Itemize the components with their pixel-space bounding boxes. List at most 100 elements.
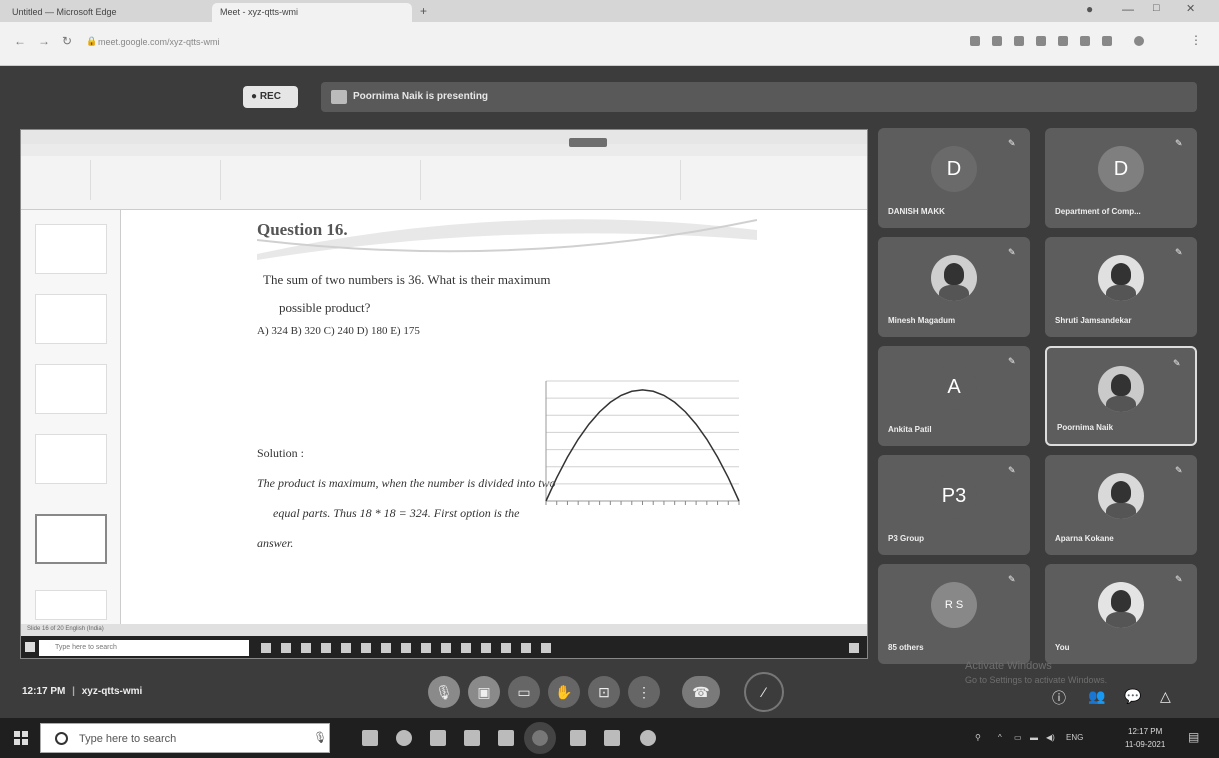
taskbar-app-icon[interactable] — [421, 643, 431, 653]
taskbar-app-icon[interactable] — [321, 643, 331, 653]
microphone-icon[interactable]: 🎙 — [313, 731, 327, 744]
participant-tile[interactable]: D ✎ DANISH MAKK — [878, 128, 1030, 228]
taskbar-app-icon[interactable] — [461, 643, 471, 653]
taskbar-app-icon[interactable] — [281, 643, 291, 653]
participant-tile[interactable]: ✎ Shruti Jamsandekar — [1045, 237, 1197, 337]
info-icon[interactable]: ⓘ — [1052, 688, 1066, 708]
more-options-button[interactable]: ⋮ — [628, 676, 660, 708]
camera-button[interactable]: ▣ — [468, 676, 500, 708]
inner-search-input[interactable]: Type here to search — [39, 640, 249, 656]
network-icon[interactable]: ▭ — [1014, 733, 1022, 742]
extension-icon[interactable] — [970, 36, 980, 46]
ppt-status-bar: Slide 16 of 20 English (India) — [21, 624, 867, 636]
reload-icon[interactable]: ↻ — [62, 34, 72, 48]
extension-icon[interactable] — [1080, 36, 1090, 46]
account-icon[interactable] — [1134, 36, 1144, 46]
shared-screen: Question 16. The sum of two numbers is 3… — [20, 129, 868, 659]
chrome-icon[interactable] — [524, 722, 556, 754]
taskbar-app-icon[interactable] — [341, 643, 351, 653]
extension-icon[interactable] — [992, 36, 1002, 46]
slide-thumbnail[interactable] — [35, 590, 107, 620]
people-icon[interactable]: 👥 — [1088, 688, 1105, 705]
participant-tile[interactable]: R S ✎ 85 others — [878, 564, 1030, 664]
question-title: Question 16. — [257, 220, 348, 239]
taskbar-app-icon[interactable] — [381, 643, 391, 653]
notifications-icon[interactable]: ▤ — [1188, 730, 1199, 744]
presenting-text: Poornima Naik is presenting — [353, 91, 489, 102]
mail-icon[interactable] — [498, 730, 514, 746]
taskbar-search-input[interactable]: Type here to search 🎙 — [40, 723, 330, 753]
participant-name: P3 Group — [888, 534, 925, 543]
chat-icon[interactable]: 💬 — [1124, 688, 1141, 705]
inner-taskbar: Type here to search — [21, 636, 867, 658]
participant-tile[interactable]: ✎ Minesh Magadum — [878, 237, 1030, 337]
participant-tile[interactable]: P3 ✎ P3 Group — [878, 455, 1030, 555]
taskbar-app-icon[interactable] — [441, 643, 451, 653]
extension-icon[interactable] — [1036, 36, 1046, 46]
extension-icon[interactable] — [1014, 36, 1024, 46]
participant-tile[interactable]: ✎ Aparna Kokane — [1045, 455, 1197, 555]
taskbar-app-icon[interactable] — [361, 643, 371, 653]
taskbar-app-icon[interactable] — [261, 643, 271, 653]
present-button[interactable]: ⊡ — [588, 676, 620, 708]
windows-logo-icon[interactable] — [25, 642, 35, 652]
mic-button[interactable]: 🎙 — [428, 676, 460, 708]
activities-icon[interactable]: △ — [1160, 688, 1171, 705]
minimize-icon[interactable]: — — [1122, 2, 1134, 16]
mic-status-icon: ✎ — [1008, 574, 1016, 584]
taskbar-app-icon[interactable] — [501, 643, 511, 653]
profile-icon[interactable]: ● — [1086, 2, 1093, 16]
participant-tile[interactable]: ✎ Poornima Naik — [1045, 346, 1197, 446]
ppt-ribbon — [21, 130, 867, 210]
taskbar-app-icon[interactable] — [301, 643, 311, 653]
taskbar-app-icon[interactable] — [521, 643, 531, 653]
battery-icon[interactable]: ▬ — [1030, 733, 1038, 742]
captions-button[interactable]: ▭ — [508, 676, 540, 708]
slide-thumbnail[interactable] — [35, 364, 107, 414]
extra-button[interactable]: ⁄ — [744, 672, 784, 712]
browser-tab[interactable]: Untitled — Microsoft Edge — [4, 3, 204, 22]
search-placeholder: Type here to search — [79, 733, 177, 745]
participant-tile[interactable]: D ✎ Department of Comp... — [1045, 128, 1197, 228]
notification-icon[interactable] — [849, 643, 859, 653]
browser-tab-active[interactable]: Meet - xyz-qtts-wmi — [212, 3, 412, 22]
slide-thumbnail-selected[interactable] — [35, 514, 107, 564]
tray-chevron-icon[interactable]: ^ — [998, 733, 1002, 742]
maximize-icon[interactable]: □ — [1153, 2, 1160, 14]
close-icon[interactable]: ✕ — [1186, 2, 1195, 15]
slide-thumbnail[interactable] — [35, 434, 107, 484]
extension-icon[interactable] — [1058, 36, 1068, 46]
taskbar-app-icon[interactable] — [481, 643, 491, 653]
avatar-photo — [1098, 255, 1144, 301]
taskbar-clock[interactable]: 12:17 PM 11-09-2021 — [1125, 725, 1165, 751]
app-icon[interactable] — [640, 730, 656, 746]
menu-icon[interactable]: ⋮ — [1190, 33, 1202, 47]
file-explorer-icon[interactable] — [430, 730, 446, 746]
edge-icon[interactable] — [396, 730, 412, 746]
url-input[interactable]: meet.google.com/xyz-qtts-wmi — [98, 33, 898, 53]
app-icon[interactable] — [604, 730, 620, 746]
windows-start-icon[interactable] — [14, 731, 28, 745]
slide-thumbnail[interactable] — [35, 224, 107, 274]
participant-tile[interactable]: ✎ You — [1045, 564, 1197, 664]
people-tray-icon[interactable]: ⚲ — [975, 733, 981, 742]
task-view-icon[interactable] — [362, 730, 378, 746]
raise-hand-button[interactable]: ✋ — [548, 676, 580, 708]
back-icon[interactable]: ← — [14, 34, 26, 48]
new-tab-icon[interactable]: + — [420, 4, 427, 18]
ppt-signin-badge — [569, 138, 607, 147]
clock-date: 11-09-2021 — [1125, 740, 1166, 749]
app-icon[interactable] — [570, 730, 586, 746]
forward-icon[interactable]: → — [38, 34, 50, 48]
language-indicator[interactable]: ENG — [1066, 733, 1083, 742]
meeting-info: 12:17 PM | xyz-qtts-wmi — [22, 686, 142, 697]
slide-thumbnail[interactable] — [35, 294, 107, 344]
participant-name: DANISH MAKK — [888, 207, 945, 216]
volume-icon[interactable]: ◀) — [1046, 733, 1055, 742]
extension-icon[interactable] — [1102, 36, 1112, 46]
end-call-button[interactable]: ☎ — [682, 676, 720, 708]
participant-tile[interactable]: A ✎ Ankita Patil — [878, 346, 1030, 446]
store-icon[interactable] — [464, 730, 480, 746]
taskbar-app-icon[interactable] — [401, 643, 411, 653]
taskbar-app-icon[interactable] — [541, 643, 551, 653]
